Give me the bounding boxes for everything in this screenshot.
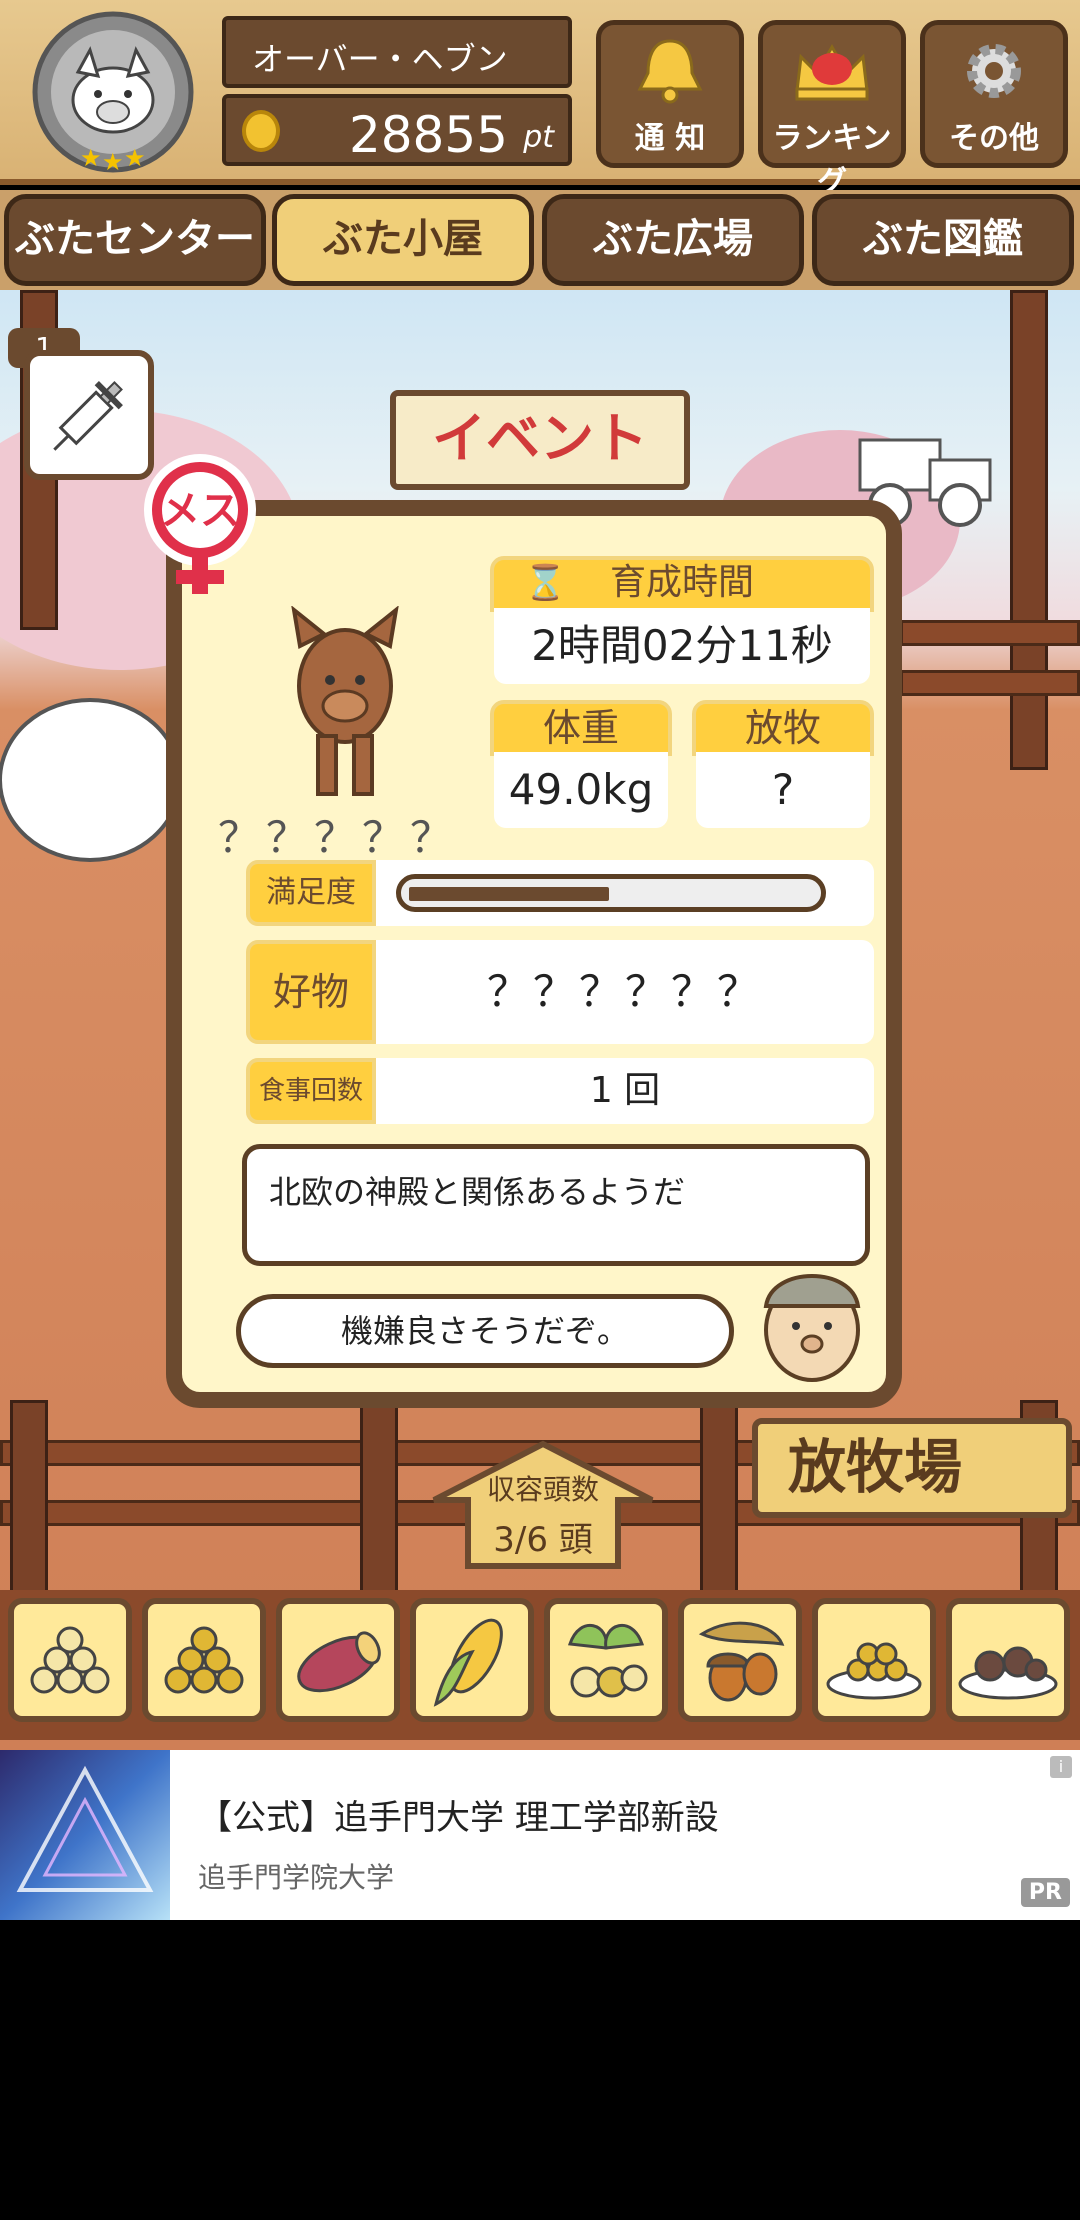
fence-rail [900, 620, 1080, 646]
ad-info-icon[interactable]: i [1050, 1756, 1072, 1778]
tab-buta-hut[interactable]: ぶた小屋 [272, 194, 534, 286]
growth-time-label: 育成時間 [609, 562, 754, 603]
food-slot-bean-plate[interactable] [812, 1598, 936, 1722]
meal-count-label: 食事回数 [246, 1058, 376, 1124]
gear-icon [967, 44, 1021, 98]
food-slot-sweet-potato[interactable] [276, 1598, 400, 1722]
ad-banner[interactable]: 【公式】追手門大学 理工学部新設 追手門学院大学 PR i [0, 1750, 1080, 1920]
ad-title[interactable]: 【公式】追手門大学 理工学部新設 [198, 1790, 719, 1839]
points-display: 28855 pt [222, 94, 572, 166]
tab-buta-plaza[interactable]: ぶた広場 [542, 194, 804, 286]
food-slot-yellow-beans[interactable] [142, 1598, 266, 1722]
notification-button[interactable]: 通 知 [596, 20, 744, 168]
ranking-label: ランキング [772, 121, 892, 200]
female-badge-icon: メス [144, 454, 256, 594]
ranking-button[interactable]: ランキング [758, 20, 906, 200]
capacity-sign: 収容頭数 3/6 頭 [428, 1440, 658, 1570]
farmer-speech-bubble: 機嫌良さそうだぞ。 [236, 1294, 734, 1368]
food-slot-soybeans[interactable] [8, 1598, 132, 1722]
pig-status-card: ？？？？？ ⌛ 育成時間 2時間02分11秒 体重 49.0kg 放牧 ? 満足… [166, 500, 902, 1408]
svg-text:★: ★ [80, 144, 102, 172]
meat-dish-icon [958, 1646, 1058, 1700]
tab-buta-encyclopedia[interactable]: ぶた図鑑 [812, 194, 1074, 286]
food-slot-acorn[interactable] [678, 1598, 802, 1722]
ad-pr-badge: PR [1020, 1878, 1070, 1907]
weight-value: 49.0kg [494, 752, 668, 828]
tab-buta-center[interactable]: ぶたセンター [4, 194, 266, 286]
growth-time-label-box: ⌛ 育成時間 [490, 556, 874, 612]
meal-count-value: 1 回 [376, 1058, 874, 1124]
other-label: その他 [949, 121, 1039, 156]
grazing-value: ? [696, 752, 870, 828]
capacity-value: 3/6 頭 [493, 1520, 593, 1560]
main-tabs: ぶたセンター ぶた小屋 ぶた広場 ぶた図鑑 [0, 190, 1080, 290]
hourglass-icon: ⌛ [524, 563, 567, 603]
hint-speech-bubble: 北欧の神殿と関係あるようだ [242, 1144, 870, 1266]
grazing-label: 放牧 [692, 700, 874, 756]
event-sign[interactable]: イベント [390, 390, 690, 490]
corn-icon [433, 1618, 503, 1707]
fence-rail [900, 670, 1080, 696]
gender-label: メス [160, 488, 240, 534]
white-pig-icon [0, 698, 180, 862]
farmer-face-icon [763, 1274, 861, 1382]
top-bar: ★ ★ ★ オーバー・ヘブン 28855 pt 通 知 ランキング その他 [0, 0, 1080, 200]
svg-text:★: ★ [102, 148, 124, 175]
player-name: オーバー・ヘブン [222, 16, 572, 88]
coin-icon [242, 110, 280, 152]
boar-portrait-icon [291, 606, 399, 796]
satisfaction-row [376, 860, 874, 926]
svg-text:★: ★ [124, 144, 146, 172]
food-slot-meat-dish[interactable] [946, 1598, 1070, 1722]
food-toolbar [0, 1590, 1080, 1740]
pasture-sign-button[interactable]: 放牧場 [752, 1418, 1072, 1518]
ginkgo-nuts-icon [567, 1624, 648, 1698]
ad-sponsor: 追手門学院大学 [198, 1861, 395, 1894]
points-value: 28855 [348, 106, 508, 164]
notification-label: 通 知 [634, 121, 706, 156]
favorite-value: ？？？？？？ [376, 940, 874, 1044]
player-avatar[interactable]: ★ ★ ★ [18, 10, 208, 176]
satisfaction-bar-fill [409, 887, 609, 901]
satisfaction-bar [396, 874, 826, 912]
food-slot-corn[interactable] [410, 1598, 534, 1722]
other-button[interactable]: その他 [920, 20, 1068, 168]
acorn-icon [698, 1621, 785, 1702]
weight-label: 体重 [490, 700, 672, 756]
favorite-label: 好物 [246, 940, 376, 1044]
crown-icon [795, 43, 869, 101]
syringe-icon [53, 381, 123, 451]
bean-plate-icon [826, 1642, 922, 1700]
growth-time-value: 2時間02分11秒 [494, 608, 870, 684]
fence-post [1010, 290, 1048, 770]
fence-post [10, 1400, 48, 1600]
satisfaction-label: 満足度 [246, 860, 376, 926]
sweet-potato-icon [297, 1631, 381, 1693]
ad-image[interactable] [0, 1750, 170, 1920]
pig-name: ？？？？？ [218, 813, 459, 862]
capacity-label: 収容頭数 [486, 1473, 599, 1506]
fence-post [700, 1400, 738, 1600]
points-unit: pt [523, 120, 554, 155]
yellow-beans-icon [164, 1626, 244, 1694]
soybeans-icon [30, 1626, 110, 1694]
fence-post [360, 1400, 398, 1600]
food-slot-ginkgo-nuts[interactable] [544, 1598, 668, 1722]
vaccine-item-button[interactable] [24, 350, 154, 480]
bell-icon [637, 39, 703, 104]
